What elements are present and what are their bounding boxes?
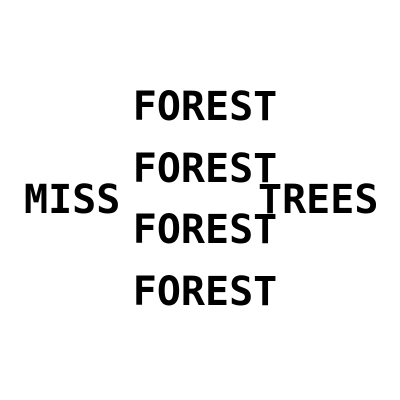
forest-word-1: FOREST	[132, 84, 278, 130]
forest-word-4: FOREST	[132, 269, 278, 315]
forest-word-3: FOREST	[132, 207, 278, 253]
miss-word: MISS	[24, 177, 121, 223]
word-puzzle: FOREST FOREST MISS TREES FOREST FOREST	[0, 0, 400, 400]
